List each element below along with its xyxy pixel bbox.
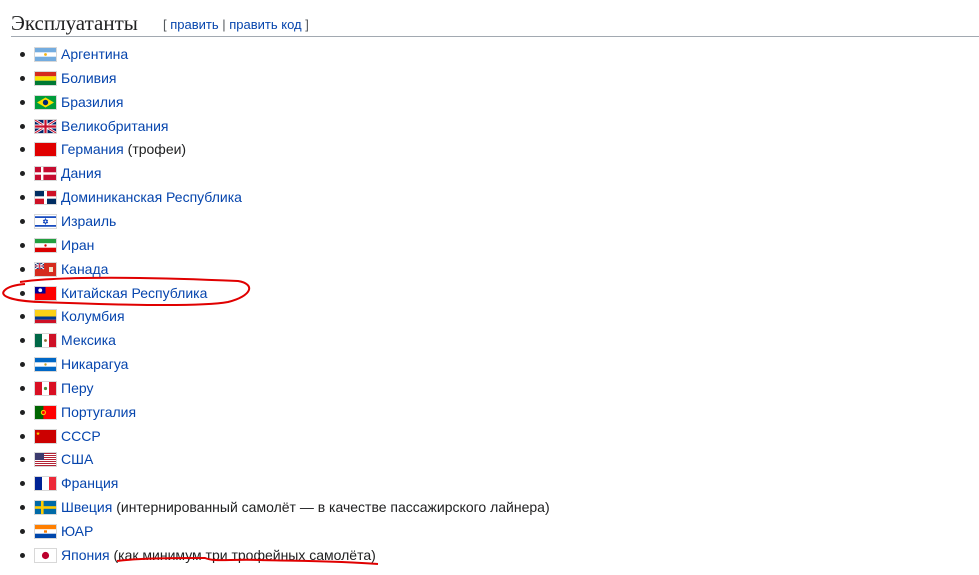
bullet-icon (20, 385, 25, 391)
france-flag-icon[interactable] (34, 476, 57, 492)
bullet-icon (20, 266, 25, 272)
country-link[interactable]: Бразилия (61, 94, 123, 110)
edit-code-link[interactable]: править код (229, 17, 301, 32)
country-note: (интернированный самолёт — в качестве па… (112, 499, 550, 516)
south-africa-flag-icon[interactable] (34, 524, 57, 539)
country-link[interactable]: Израиль (61, 213, 116, 229)
mexico-flag-icon[interactable] (34, 333, 57, 349)
country-link[interactable]: Дания (61, 165, 101, 181)
bullet-icon (20, 290, 25, 296)
country-link[interactable]: Мексика (61, 332, 116, 348)
edit-separator: | (218, 17, 230, 32)
bullet-icon (20, 529, 25, 534)
country-link[interactable]: Колумбия (61, 308, 125, 324)
japan-flag-icon[interactable] (34, 547, 57, 563)
bullet-icon (20, 242, 25, 248)
bolivia-flag-icon[interactable] (34, 70, 57, 86)
bullet-icon (20, 481, 25, 487)
bullet-icon (20, 338, 25, 344)
edit-link[interactable]: править (170, 17, 218, 32)
country-link[interactable]: Иран (61, 237, 94, 253)
canada-red-ensign-flag-icon[interactable] (34, 261, 57, 277)
israel-flag-icon[interactable] (34, 213, 57, 229)
country-link[interactable]: Япония (61, 547, 110, 563)
bullet-icon (20, 457, 25, 463)
sweden-flag-icon[interactable] (34, 500, 57, 516)
bullet-icon (20, 409, 25, 415)
argentina-flag-icon[interactable] (34, 47, 57, 62)
bullet-icon (20, 552, 25, 558)
bullet-icon (20, 171, 25, 177)
brazil-flag-icon[interactable] (34, 94, 57, 110)
country-link[interactable]: Боливия (61, 70, 117, 86)
bullet-icon (20, 123, 25, 129)
taiwan-flag-icon[interactable] (34, 285, 57, 301)
bullet-icon (20, 75, 25, 81)
country-link[interactable]: ЮАР (61, 523, 93, 539)
country-link[interactable]: Швеция (61, 499, 112, 515)
country-link[interactable]: США (61, 451, 93, 467)
section-title: Эксплуатанты (11, 11, 138, 35)
country-link[interactable]: Португалия (61, 404, 136, 420)
ussr-flag-icon[interactable] (34, 428, 57, 444)
country-link[interactable]: Аргентина (61, 46, 128, 62)
dominican-flag-icon[interactable] (34, 190, 57, 206)
usa-flag-icon[interactable] (34, 452, 57, 468)
edit-section-links: [ править | править код ] (163, 17, 309, 33)
bullet-icon (20, 218, 25, 224)
peru-flag-icon[interactable] (34, 380, 57, 396)
country-link[interactable]: Германия (61, 141, 124, 157)
section-heading: Эксплуатанты [ править | править код ] (11, 6, 979, 37)
bullet-icon (20, 99, 25, 105)
country-link[interactable]: СССР (61, 428, 101, 444)
country-note: (трофеи) (123, 141, 187, 158)
bullet-icon (20, 195, 25, 201)
country-link[interactable]: Китайская Республика (61, 285, 207, 301)
bullet-icon (20, 433, 25, 439)
portugal-flag-icon[interactable] (34, 404, 57, 420)
uk-flag-icon[interactable] (34, 118, 57, 134)
country-link[interactable]: Франция (61, 475, 118, 491)
colombia-flag-icon[interactable] (34, 309, 57, 325)
iran-flag-icon[interactable] (34, 237, 57, 253)
bullet-icon (20, 362, 25, 368)
denmark-flag-icon[interactable] (34, 166, 57, 182)
country-link[interactable]: Перу (61, 380, 93, 396)
country-link[interactable]: Канада (61, 261, 108, 277)
bullet-icon (20, 314, 25, 320)
edit-bracket-close: ] (301, 17, 309, 32)
country-note: (как минимум три трофейных самолёта) (109, 546, 376, 563)
bullet-icon (20, 52, 25, 57)
country-link[interactable]: Никарагуа (61, 356, 128, 372)
bullet-icon (20, 147, 25, 153)
country-link[interactable]: Великобритания (61, 118, 169, 134)
country-link[interactable]: Доминиканская Республика (61, 189, 242, 205)
germany-red-flag-icon[interactable] (34, 142, 57, 158)
nicaragua-flag-icon[interactable] (34, 357, 57, 373)
bullet-icon (20, 505, 25, 511)
